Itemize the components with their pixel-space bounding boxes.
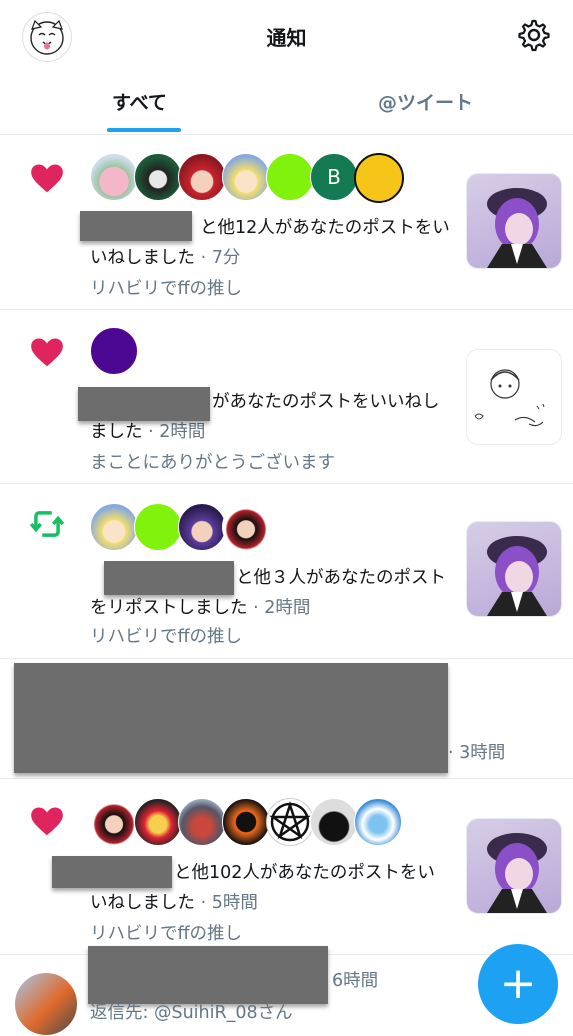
avatar[interactable] [178, 798, 226, 846]
redacted-name [52, 856, 172, 888]
redacted-name [80, 211, 192, 241]
compose-button[interactable]: + [478, 944, 558, 1024]
gear-icon[interactable] [517, 18, 551, 52]
notification-context: リハビリでffの推し [90, 924, 243, 944]
avatar[interactable] [266, 798, 314, 846]
avatar[interactable] [222, 798, 270, 846]
avatar[interactable]: B [310, 153, 358, 201]
avatar[interactable] [134, 503, 182, 551]
heart-icon [31, 338, 63, 367]
post-thumbnail[interactable] [466, 349, 562, 445]
heart-icon [31, 164, 63, 193]
avatar[interactable] [90, 798, 138, 846]
avatar[interactable] [222, 503, 270, 551]
tab-bar: すべて @ツイート [0, 74, 573, 135]
notification-time: 6時間 [332, 971, 379, 991]
retweet-icon [29, 511, 65, 537]
notification-item[interactable]: と他３人があなたのポストをリポストしました · 2時間 リハビリでffの推し [0, 483, 573, 659]
avatar[interactable] [178, 503, 226, 551]
notification-item[interactable]: があなたのポストをいいねしました · 2時間 まことにありがとうございます [0, 309, 573, 484]
tab-mentions[interactable]: @ツイート [378, 88, 473, 115]
avatar[interactable] [90, 153, 138, 201]
notification-item[interactable]: と他102人があなたのポストをいいねしました · 5時間 リハビリでffの推し [0, 778, 573, 955]
avatar[interactable] [134, 798, 182, 846]
notification-context: まことにありがとうございます [90, 453, 335, 473]
avatar[interactable] [178, 153, 226, 201]
tab-all[interactable]: すべて [112, 88, 167, 115]
notification-item[interactable]: B と他12人があなたのポストをいいねしました · 7分 リハビリでffの推し [0, 135, 573, 310]
avatar[interactable] [266, 153, 314, 201]
notification-context: リハビリでffの推し [90, 627, 243, 647]
page-title: 通知 [266, 26, 307, 50]
post-thumbnail[interactable] [466, 173, 562, 269]
notification-time: · 3時間 [448, 743, 506, 763]
heart-icon [31, 807, 63, 836]
notification-context: リハビリでffの推し [90, 279, 243, 299]
redacted-name [104, 561, 234, 595]
avatar[interactable] [134, 153, 182, 201]
avatar[interactable] [354, 153, 404, 203]
header: 通知 [0, 0, 573, 72]
avatar[interactable] [14, 972, 78, 1036]
post-thumbnail[interactable] [466, 818, 562, 914]
redacted-content [14, 663, 448, 773]
avatar[interactable] [90, 327, 138, 375]
active-tab-indicator [107, 128, 181, 132]
avatar[interactable] [90, 503, 138, 551]
redacted-name [88, 946, 328, 1004]
avatar[interactable] [222, 153, 270, 201]
post-thumbnail[interactable] [466, 521, 562, 617]
redacted-name [78, 387, 210, 421]
notification-item[interactable]: · 3時間 [0, 658, 573, 779]
avatar[interactable] [310, 798, 358, 846]
avatar[interactable] [354, 798, 402, 846]
